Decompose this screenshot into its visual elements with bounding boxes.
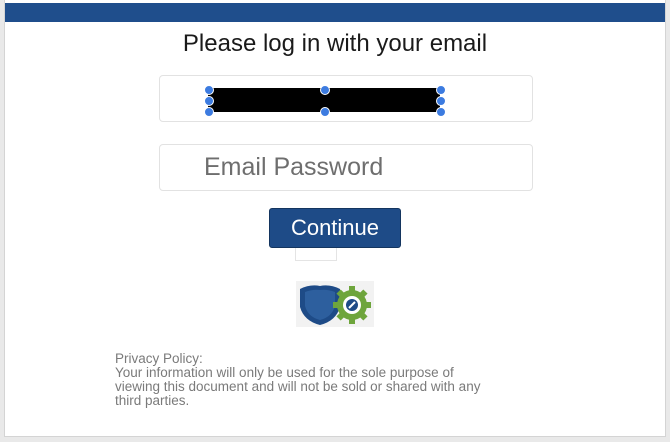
privacy-text-line-1: Your information will only be used for t… <box>115 365 454 380</box>
selection-handle-bottom-right[interactable] <box>436 107 446 117</box>
shield-gear-icon <box>296 281 374 327</box>
selection-handle-bottom-left[interactable] <box>204 107 214 117</box>
password-field[interactable]: Email Password <box>159 144 533 191</box>
selection-handle-top-right[interactable] <box>436 85 446 95</box>
selection-handle-top-left[interactable] <box>204 85 214 95</box>
continue-button[interactable]: Continue <box>269 208 401 248</box>
privacy-heading: Privacy Policy: <box>115 351 203 366</box>
selection-handle-middle-right[interactable] <box>436 96 446 106</box>
hidden-checkbox-outline <box>295 248 337 261</box>
privacy-text-line-2: viewing this document and will not be so… <box>115 379 481 394</box>
selection-handle-top-center[interactable] <box>320 85 330 95</box>
selection-handle-bottom-center[interactable] <box>320 107 330 117</box>
privacy-policy: Privacy Policy: Your information will on… <box>115 352 555 408</box>
email-field[interactable] <box>159 75 533 122</box>
password-placeholder: Email Password <box>204 153 384 181</box>
privacy-text-line-3: third parties. <box>115 393 190 408</box>
selection-handle-middle-left[interactable] <box>204 96 214 106</box>
logo <box>296 281 374 327</box>
page-title: Please log in with your email <box>182 30 488 57</box>
top-banner <box>5 3 665 22</box>
login-panel: Please log in with your email Email Pass… <box>4 0 666 437</box>
